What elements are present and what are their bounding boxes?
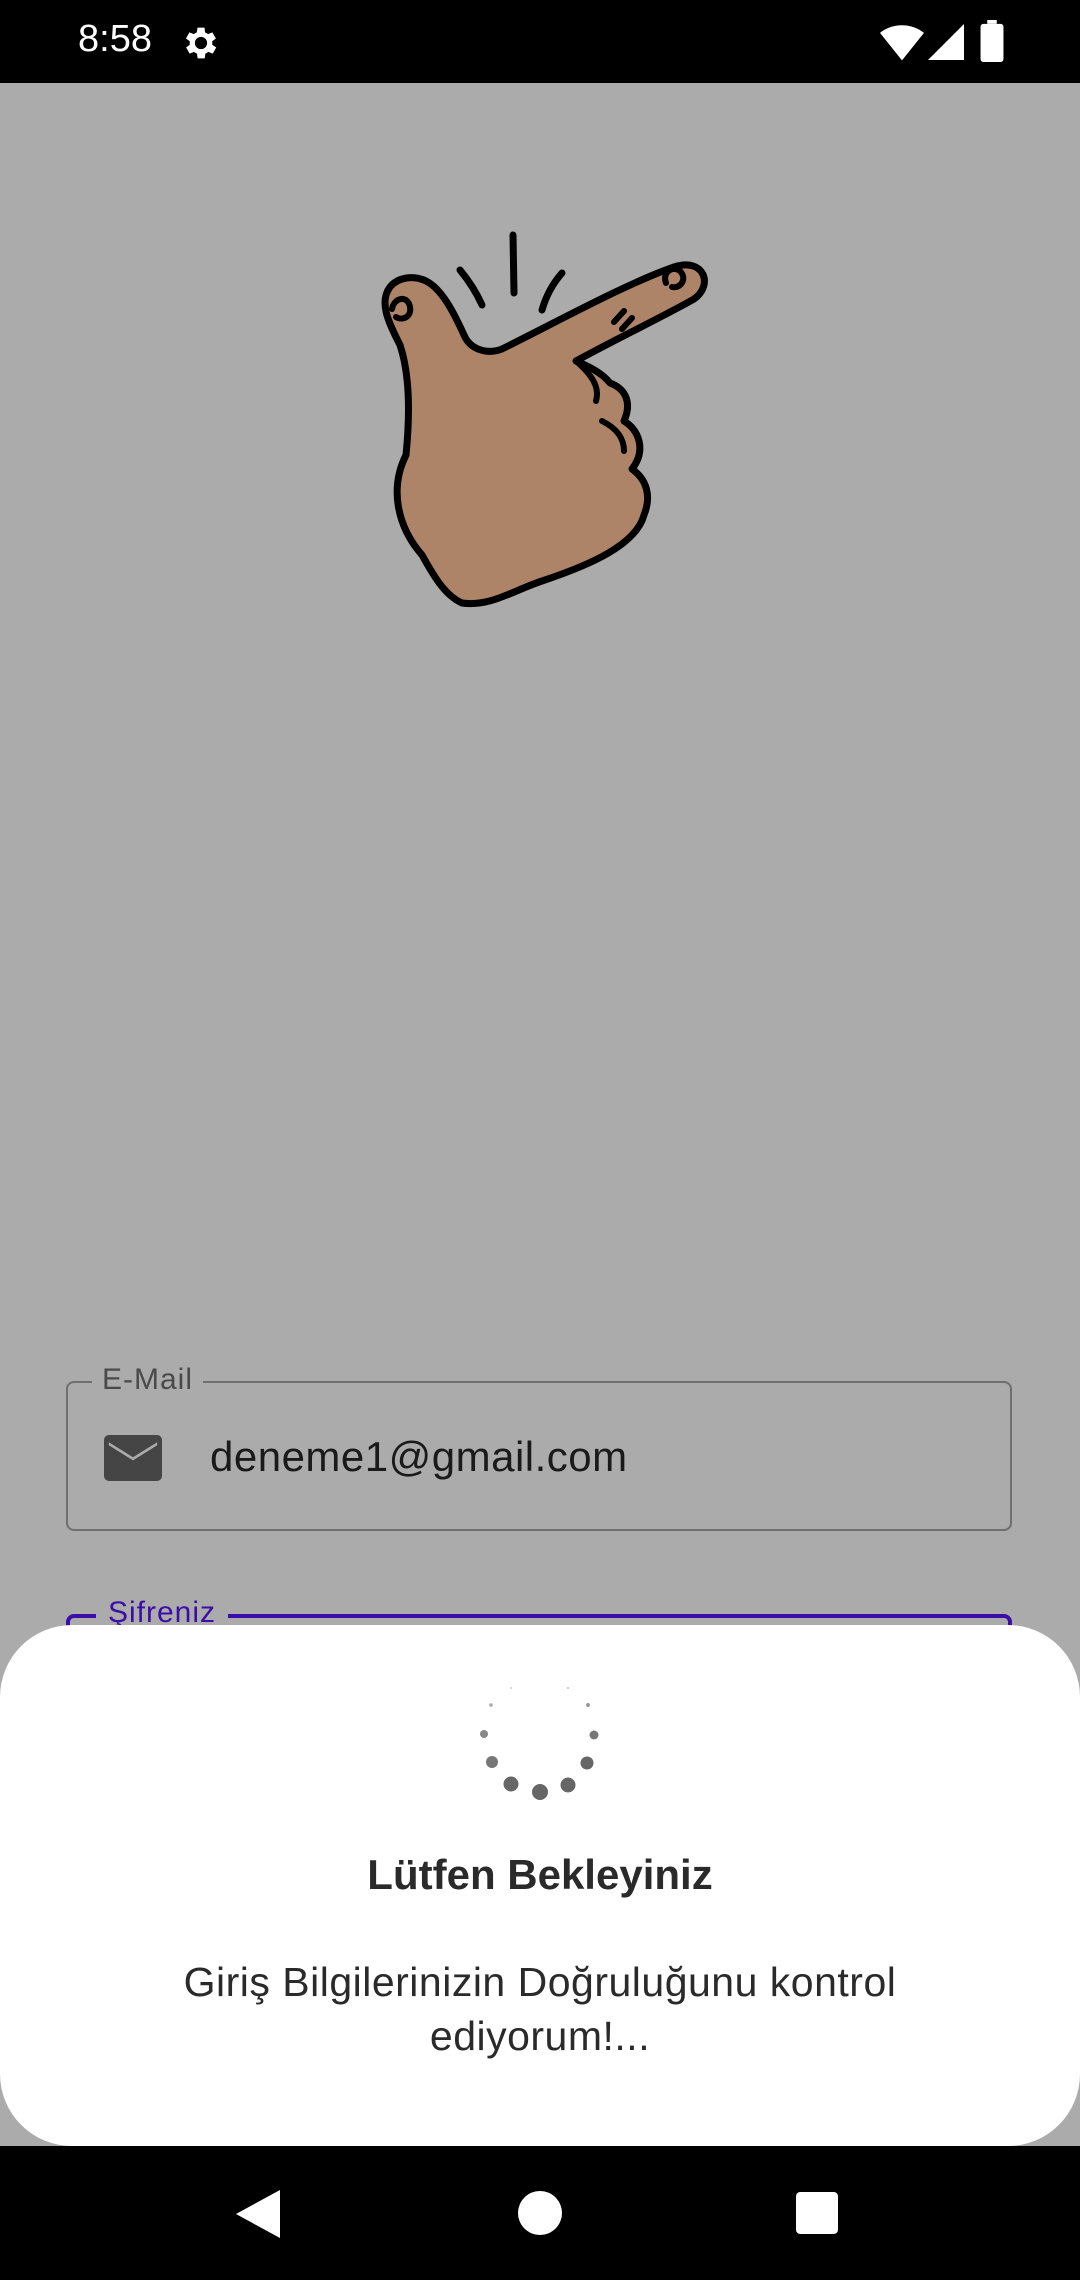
finger-snap-hand-illustration — [381, 231, 708, 608]
login-screen: 8:58 E-Mail deneme1@gmail.com Şifreniz L… — [0, 0, 1080, 2280]
navigation-bar — [0, 2146, 1080, 2280]
status-time: 8:58 — [78, 18, 152, 60]
gear-icon — [185, 27, 217, 59]
email-value: deneme1@gmail.com — [210, 1433, 628, 1480]
battery-icon — [980, 20, 1004, 62]
loading-spinner-icon — [480, 1687, 599, 1800]
dialog-title: Lütfen Bekleyiniz — [367, 1851, 713, 1898]
email-label: E-Mail — [92, 1363, 204, 1397]
mail-icon — [104, 1435, 162, 1481]
home-icon[interactable] — [518, 2191, 562, 2235]
status-bar: 8:58 — [0, 0, 1080, 83]
back-icon[interactable] — [236, 2190, 280, 2238]
wifi-icon — [880, 25, 924, 61]
email-field[interactable]: E-Mail deneme1@gmail.com — [66, 1363, 1012, 1531]
recents-icon[interactable] — [796, 2192, 838, 2234]
cell-signal-icon — [928, 24, 964, 60]
dialog-message: Giriş Bilgilerinizin Doğruluğunu kontrol… — [183, 1959, 897, 2059]
